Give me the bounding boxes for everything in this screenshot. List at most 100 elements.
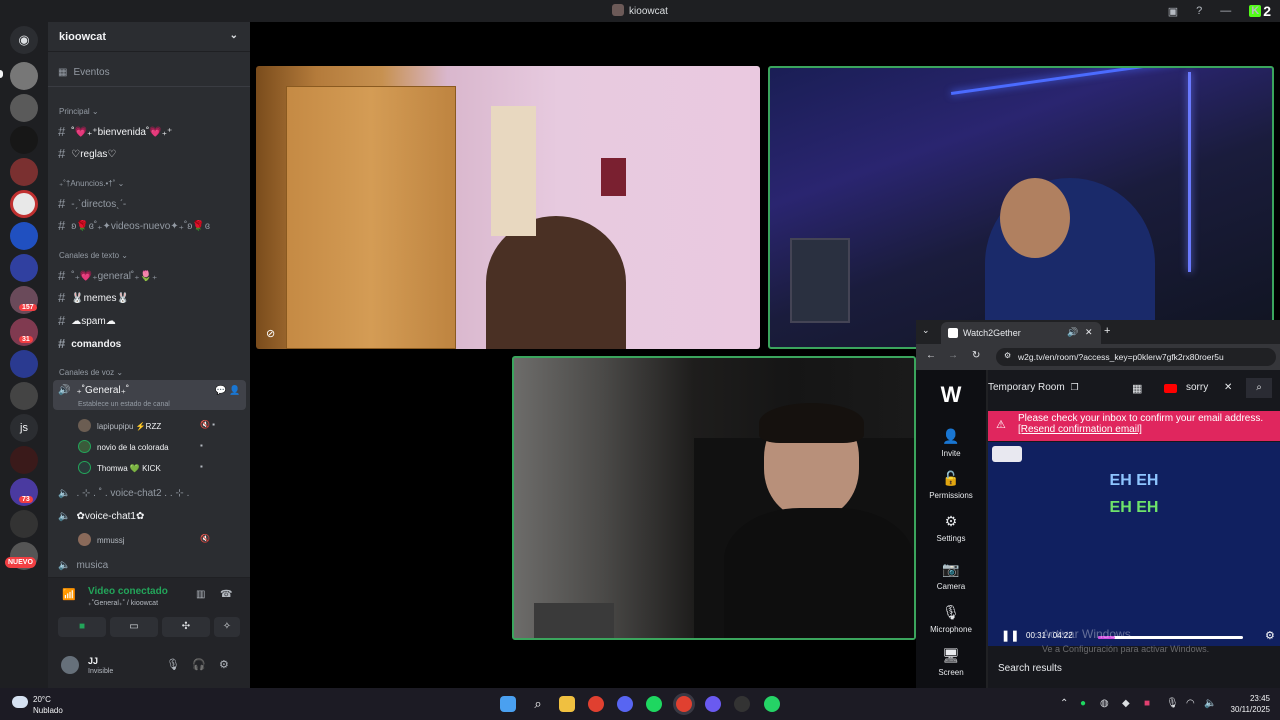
camera-button[interactable]: ■ [58, 617, 106, 637]
channel-memes[interactable]: # 🐰memes🐰 [58, 290, 129, 305]
url-input[interactable]: ⚙ w2g.tv/en/room/?access_key=p0klerw7gfk… [996, 348, 1276, 366]
app-icon[interactable] [705, 696, 721, 712]
server-icon[interactable] [10, 62, 38, 90]
minimize-button[interactable]: — [1220, 5, 1231, 17]
whatsapp-icon[interactable] [764, 696, 780, 712]
microphone-icon[interactable]: 🎙 [166, 658, 180, 671]
voice-user[interactable]: novio de la colorada ▪ [78, 440, 203, 453]
tray-chevron-icon[interactable]: ⌃ [1060, 698, 1068, 709]
chrome-icon[interactable] [588, 696, 604, 712]
clear-search-icon[interactable]: ✕ [1224, 382, 1232, 393]
chat-bubble-icon[interactable]: 💬 [215, 385, 226, 396]
wifi-icon[interactable]: ◠ [1186, 698, 1195, 709]
w2g-logo-icon[interactable]: W [932, 382, 970, 408]
room-name[interactable]: Temporary Room [988, 382, 1065, 393]
voice-channel-musica[interactable]: 🔈 musica [58, 560, 108, 571]
file-explorer-icon[interactable] [559, 696, 575, 712]
connection-channel[interactable]: ₊˚General₊˚ / kioowcat [88, 599, 158, 607]
grid-icon[interactable]: ▦ [1132, 382, 1142, 395]
server-icon[interactable] [10, 126, 38, 154]
activities-button[interactable]: ✣ [162, 617, 210, 637]
close-tab-icon[interactable]: ✕ [1085, 327, 1093, 338]
channel-directos[interactable]: # -ˏˋdirectosˎˊ- [58, 196, 126, 211]
settings-button[interactable]: ⚙ Settings [916, 513, 986, 543]
avatar[interactable] [61, 656, 79, 674]
server-icon[interactable] [10, 350, 38, 378]
screen-share-button[interactable]: ▭ [110, 617, 158, 637]
screen-button[interactable]: 🖥 Screen [916, 647, 986, 677]
channel-general[interactable]: # ˚₊💗₊general˚₊🌷₊ [58, 268, 157, 283]
app-icon[interactable] [734, 696, 750, 712]
gear-icon[interactable]: ⚙ [219, 658, 229, 671]
video-tile-speaking[interactable] [512, 356, 916, 640]
channel-comandos[interactable]: # comandos [58, 336, 121, 351]
invite-button[interactable]: 👤 Invite [916, 428, 986, 458]
category-texto[interactable]: Canales de texto ⌄ [59, 251, 128, 260]
channel-bienvenida[interactable]: # ˚💗₊⁺bienvenida˚💗₊⁺ [58, 124, 172, 139]
events-link[interactable]: ▦ Eventos [58, 67, 110, 78]
server-icon[interactable] [10, 94, 38, 122]
gear-icon[interactable]: ⚙ [1265, 629, 1275, 642]
server-icon[interactable] [10, 190, 38, 218]
tray-icon[interactable]: ■ [1144, 698, 1150, 709]
pause-icon[interactable]: ❚❚ [1001, 629, 1019, 642]
user-name[interactable]: JJ [88, 656, 98, 666]
tray-icon[interactable]: ◆ [1122, 698, 1130, 709]
channel-spam[interactable]: # ☁spam☁ [58, 313, 116, 328]
server-icon[interactable] [10, 254, 38, 282]
channel-status[interactable]: Establece un estado de canal [78, 401, 170, 408]
server-icon[interactable] [10, 222, 38, 250]
weather-widget[interactable]: 20°C Nublado [33, 694, 63, 716]
microphone-button[interactable]: 🎙 Microphone [916, 604, 986, 634]
category-anuncios[interactable]: ₊˚†Anuncios.•†˚ ⌄ [59, 179, 124, 188]
voice-channel-chat1[interactable]: 🔈 ✿voice-chat1✿ [58, 511, 144, 522]
reload-icon[interactable]: ↻ [972, 350, 980, 361]
category-voz[interactable]: Canales de voz ⌄ [59, 368, 123, 377]
start-icon[interactable] [500, 696, 516, 712]
voice-channel-chat2[interactable]: 🔈. ⊹ . ˚ . voice-chat2 . . ⊹ . [58, 488, 189, 499]
tab-menu-icon[interactable]: ⌄ [922, 325, 930, 336]
search-query[interactable]: sorry [1186, 382, 1208, 393]
microphone-tray-icon[interactable]: 🎙 [1166, 698, 1179, 709]
clock[interactable]: 23:45 30/11/2025 [1231, 693, 1270, 715]
channel-reglas[interactable]: # ♡reglas♡ [58, 146, 116, 161]
server-icon[interactable] [10, 446, 38, 474]
kick-logo-icon[interactable]: K [1249, 5, 1262, 17]
channel-videos[interactable]: # ʚ🌹ɞ˚₊✦videos-nuevo✦₊˚ʚ🌹ɞ [58, 218, 210, 233]
forward-icon[interactable]: → [948, 350, 958, 361]
permissions-button[interactable]: 🔓 Permissions [916, 470, 986, 500]
discord-icon[interactable] [617, 696, 633, 712]
disconnect-icon[interactable]: ☎ [220, 589, 232, 600]
video-tile[interactable]: ⊘ [256, 66, 760, 349]
back-icon[interactable]: ← [926, 350, 936, 361]
server-header[interactable]: kioowcat ⌄ [48, 22, 250, 52]
spotify-tray-icon[interactable]: ● [1080, 698, 1086, 709]
spotify-icon[interactable] [646, 696, 662, 712]
voice-user[interactable]: lapipupipu ⚡RZZ 🔇 ▪ [78, 419, 215, 432]
voice-user[interactable]: mmussj 🔇 [78, 533, 210, 546]
voice-user[interactable]: Thomwa 💚 KICK ▪ [78, 461, 203, 474]
search-icon[interactable]: ⌕ [530, 696, 546, 712]
discord-home-icon[interactable]: ◉ [10, 26, 38, 54]
server-icon[interactable] [10, 158, 38, 186]
tray-icon[interactable]: ◍ [1100, 698, 1109, 709]
chrome-icon[interactable] [676, 696, 692, 712]
browser-tab[interactable]: Watch2Gether 🔊 ✕ [941, 322, 1101, 344]
headphones-icon[interactable]: 🎧 [192, 658, 206, 671]
noise-suppression-icon[interactable]: ▥ [196, 589, 205, 600]
camera-button[interactable]: 📷 Camera [916, 561, 986, 591]
inbox-icon[interactable]: ▣ [1168, 5, 1178, 18]
new-tab-button[interactable]: + [1104, 325, 1110, 337]
add-user-icon[interactable]: 👤 [229, 385, 240, 396]
resend-link[interactable]: [Resend confirmation email] [1018, 424, 1142, 435]
volume-icon[interactable]: 🔈 [1204, 698, 1216, 709]
voice-channel-general[interactable]: 🔊 ₊˚General₊˚ [58, 385, 129, 396]
server-icon[interactable]: js [10, 414, 38, 442]
audio-icon[interactable]: 🔊 [1067, 327, 1078, 338]
server-icon[interactable] [10, 510, 38, 538]
video-tile-speaking[interactable] [768, 66, 1274, 349]
search-icon[interactable]: ⌕ [1246, 378, 1272, 398]
category-principal[interactable]: Principal ⌄ [59, 107, 99, 116]
soundboard-button[interactable]: ✧ [214, 617, 240, 637]
server-icon[interactable] [10, 382, 38, 410]
